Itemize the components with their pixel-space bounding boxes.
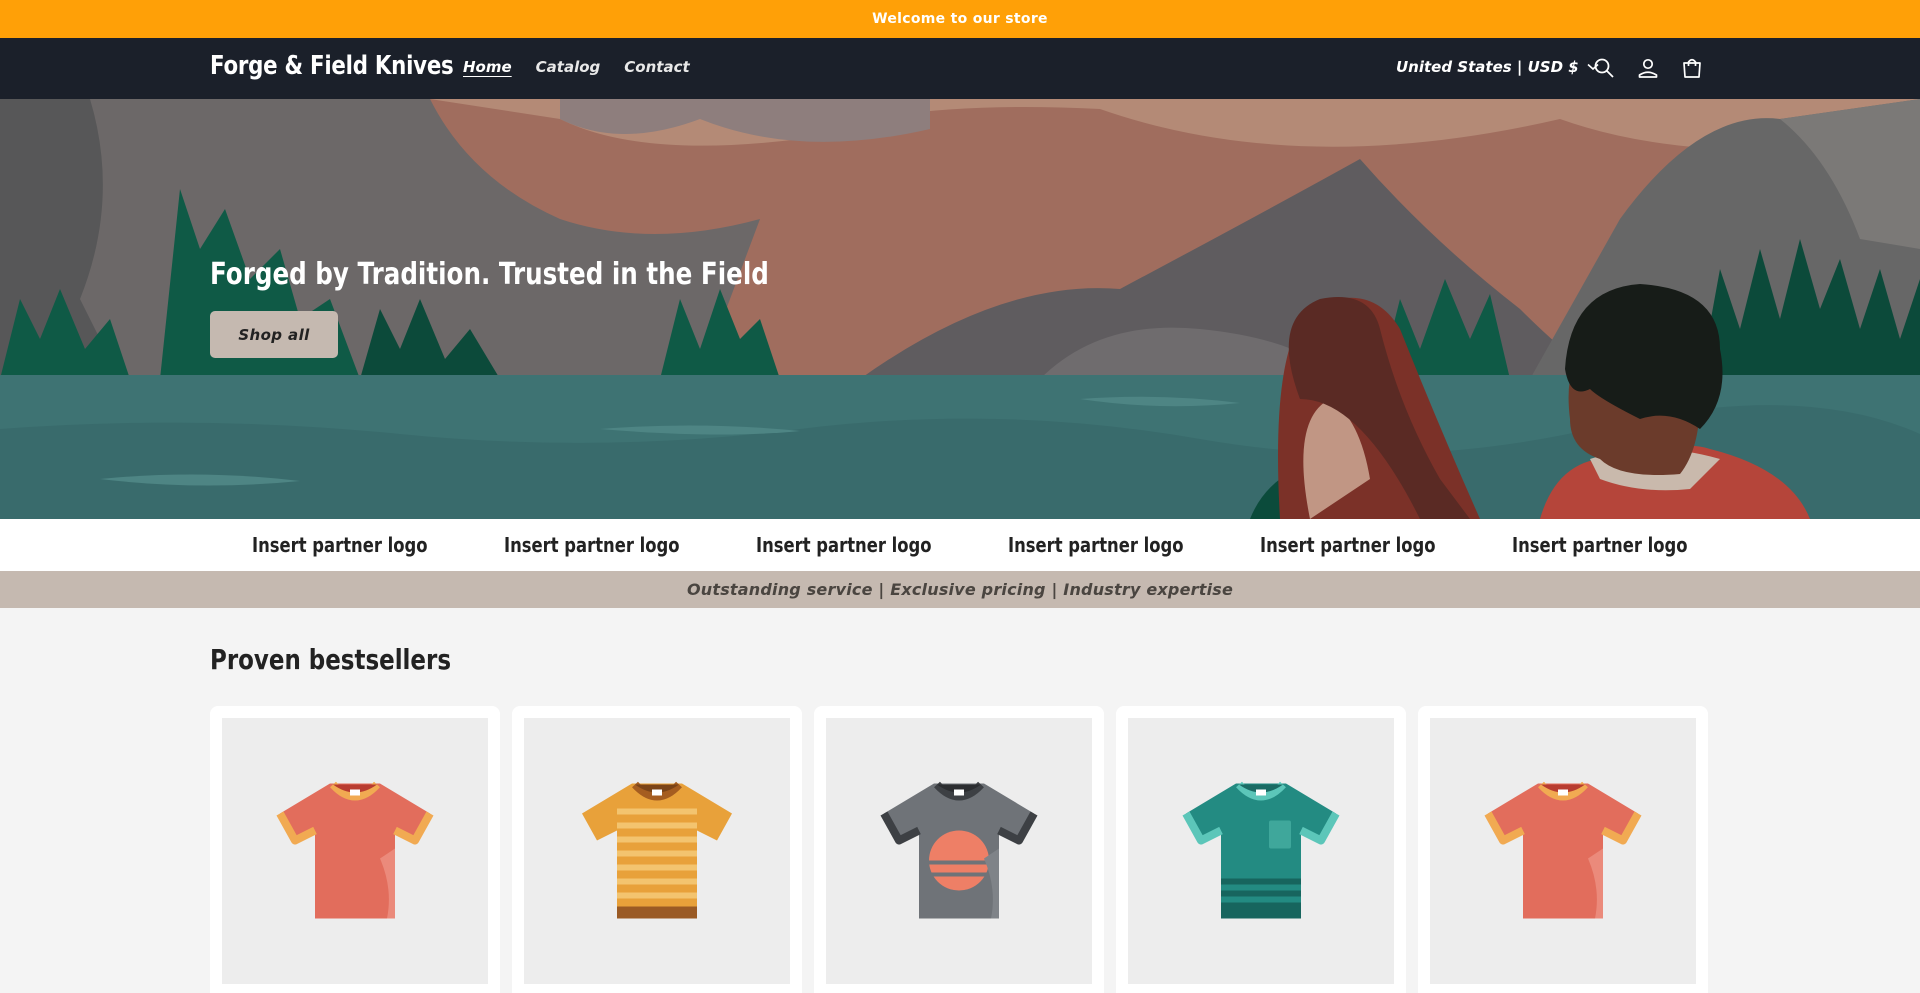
nav-catalog[interactable]: Catalog (536, 58, 601, 76)
partner-logo: Insert partner logo (252, 533, 428, 557)
product-card[interactable] (1418, 706, 1708, 993)
country-selector-label: United States | USD $ (1396, 58, 1579, 76)
gray-sunset-tshirt-image (880, 781, 1038, 919)
shop-all-button[interactable]: Shop all (210, 311, 338, 358)
site-header: Forge & Field Knives Home Catalog Contac… (0, 38, 1920, 99)
product-image (1128, 718, 1394, 984)
account-icon[interactable] (1636, 56, 1660, 80)
product-card[interactable] (1116, 706, 1406, 993)
tagline-text: Outstanding service | Exclusive pricing … (686, 580, 1234, 599)
value-proposition-bar: Outstanding service | Exclusive pricing … (0, 571, 1920, 608)
partner-logo: Insert partner logo (504, 533, 680, 557)
cart-icon[interactable] (1680, 56, 1704, 80)
announcement-bar: Welcome to our store (0, 0, 1920, 38)
product-image (1430, 718, 1696, 984)
country-selector[interactable]: United States | USD $ (1396, 58, 1599, 76)
partner-logo: Insert partner logo (756, 533, 932, 557)
hero-heading: Forged by Tradition. Trusted in the Fiel… (210, 257, 769, 292)
striped-orange-tshirt-image (582, 781, 732, 919)
teal-pocket-tshirt-image (1182, 781, 1340, 919)
product-image (222, 718, 488, 984)
bestsellers-heading: Proven bestsellers (210, 643, 451, 676)
search-icon[interactable] (1592, 56, 1616, 80)
store-logo[interactable]: Forge & Field Knives (210, 51, 454, 81)
coral-tshirt-image (276, 781, 434, 919)
partner-logo: Insert partner logo (1512, 533, 1688, 557)
product-card[interactable] (512, 706, 802, 993)
nav-home[interactable]: Home (463, 58, 512, 76)
hero-landscape-illustration (0, 99, 1920, 519)
nav-contact[interactable]: Contact (624, 58, 689, 76)
partner-logo: Insert partner logo (1008, 533, 1184, 557)
product-image (524, 718, 790, 984)
announcement-text: Welcome to our store (872, 11, 1048, 27)
partner-logo: Insert partner logo (1260, 533, 1436, 557)
coral-tshirt-image (1484, 781, 1642, 919)
product-image (826, 718, 1092, 984)
partner-logos-bar: Insert partner logo Insert partner logo … (0, 519, 1920, 571)
product-card[interactable] (814, 706, 1104, 993)
hero-banner: Forged by Tradition. Trusted in the Fiel… (0, 99, 1920, 519)
main-nav: Home Catalog Contact (463, 58, 690, 76)
product-card[interactable] (210, 706, 500, 993)
